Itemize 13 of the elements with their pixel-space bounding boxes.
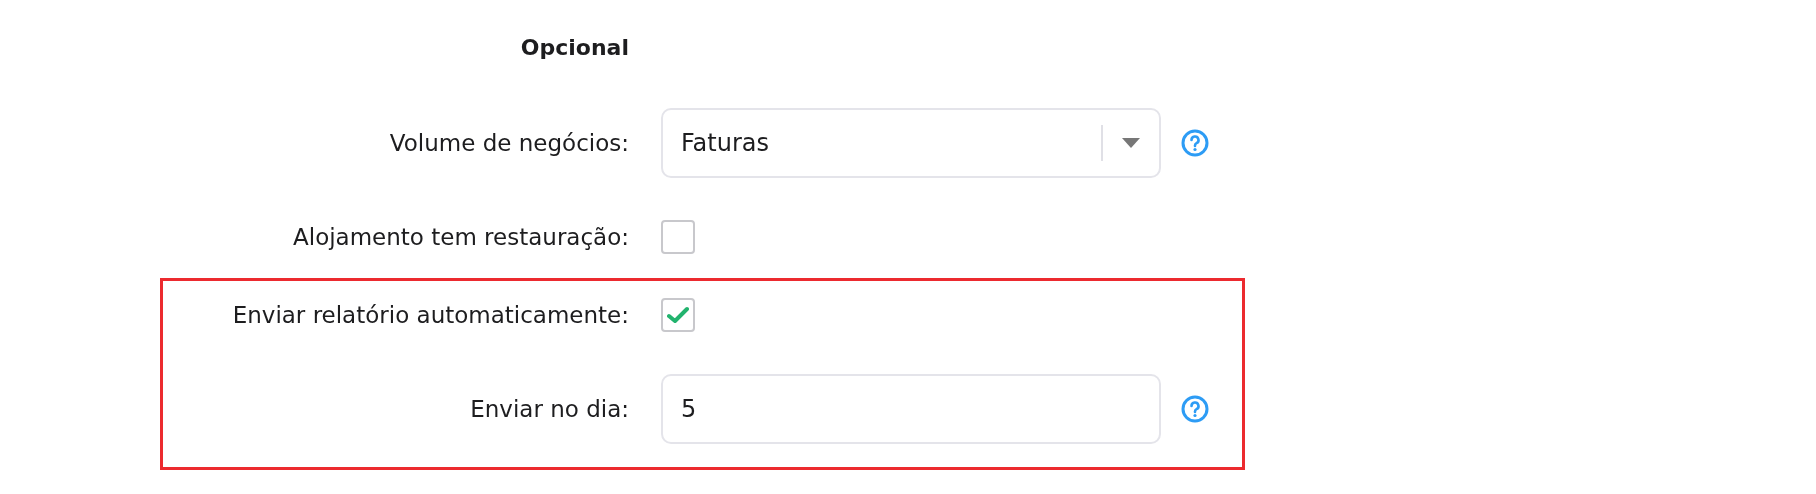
field-label: Volume de negócios:	[388, 130, 629, 156]
checkbox[interactable]	[661, 220, 695, 254]
dropdown[interactable]: Faturas	[661, 108, 1161, 178]
caret-icon	[1122, 138, 1140, 148]
checkmark-icon	[667, 306, 689, 324]
checkbox[interactable]	[661, 298, 695, 332]
field-label: Alojamento tem restauração:	[292, 224, 629, 250]
field-label: Enviar relatório automaticamente:	[231, 302, 629, 328]
field-label: Enviar no dia:	[469, 396, 629, 422]
input-field[interactable]: 5	[661, 374, 1161, 444]
help-icon[interactable]	[1181, 129, 1209, 157]
section-title: Opcional	[520, 34, 629, 62]
help-icon[interactable]	[1181, 395, 1209, 423]
